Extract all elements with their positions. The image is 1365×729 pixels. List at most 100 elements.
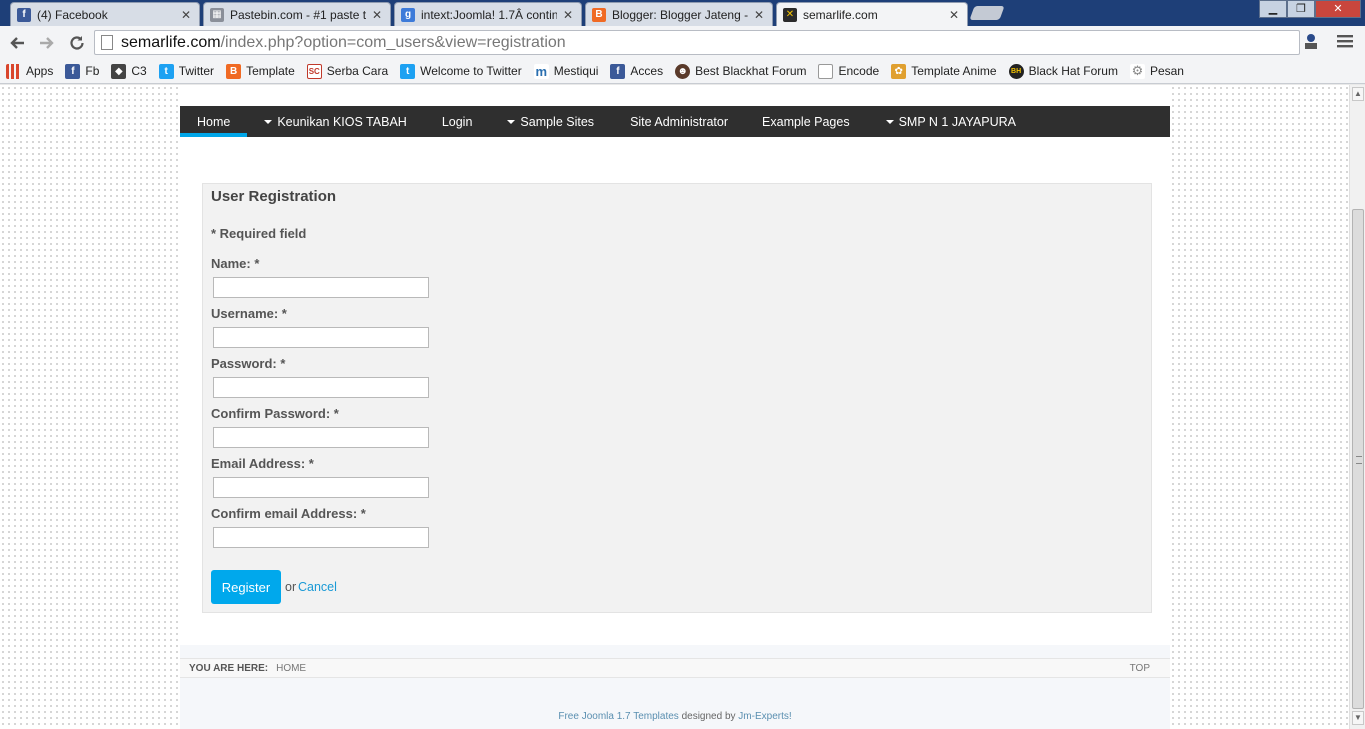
breadcrumb-label: YOU ARE HERE:	[189, 662, 269, 674]
bookmark-label: Apps	[26, 64, 54, 78]
bookmark-label: Encode	[838, 64, 880, 78]
email-input[interactable]	[213, 477, 429, 498]
or-text: or	[285, 580, 297, 594]
bookmark-template[interactable]: B Template	[226, 63, 295, 79]
close-icon[interactable]: ✕	[370, 8, 384, 22]
bookmark-label: Welcome to Twitter	[420, 64, 522, 78]
extension-icon[interactable]	[1301, 31, 1321, 51]
scroll-up-arrow-icon[interactable]: ▲	[1352, 87, 1364, 101]
bookmark-serba-cara[interactable]: SC Serba Cara	[306, 63, 389, 79]
page-viewport: Home Keunikan KIOS TABAH Login Sample Si…	[0, 85, 1349, 729]
bookmark-black-hat-forum[interactable]: BH Black Hat Forum	[1008, 63, 1118, 79]
caret-down-icon	[507, 119, 516, 124]
close-icon[interactable]: ✕	[179, 8, 193, 22]
menu-item-sample-sites[interactable]: Sample Sites	[490, 106, 611, 137]
scroll-down-arrow-icon[interactable]: ▼	[1352, 711, 1364, 725]
window-close-button[interactable]: ✕	[1315, 0, 1361, 18]
bookmark-twitter[interactable]: t Twitter	[158, 63, 214, 79]
address-bar[interactable]: semarlife.com/index.php?option=com_users…	[94, 30, 1300, 55]
form-title: User Registration	[211, 188, 337, 205]
bookmark-acces[interactable]: f Acces	[610, 63, 664, 79]
bookmark-label: Best Blackhat Forum	[695, 64, 807, 78]
mask-icon: ☻	[675, 63, 691, 79]
main-menu: Home Keunikan KIOS TABAH Login Sample Si…	[180, 106, 1170, 137]
menu-icon[interactable]	[1335, 31, 1355, 51]
register-button[interactable]: Register	[211, 570, 281, 604]
tab-semarlife[interactable]: ✕ semarlife.com ✕	[776, 2, 968, 26]
bookmark-mestiqui[interactable]: m Mestiqui	[533, 63, 599, 79]
grip-icon	[1356, 456, 1362, 464]
toolbar-actions	[1301, 31, 1355, 51]
url-host: semarlife.com	[121, 33, 221, 51]
tab-facebook[interactable]: f (4) Facebook ✕	[10, 2, 200, 26]
bookmark-label: C3	[131, 64, 147, 78]
maximize-button[interactable]: ❐	[1287, 0, 1315, 18]
menu-item-site-administrator[interactable]: Site Administrator	[611, 106, 745, 137]
username-input[interactable]	[213, 327, 429, 348]
minimize-button[interactable]: ▁	[1259, 0, 1287, 18]
close-icon[interactable]: ✕	[752, 8, 766, 22]
twitter-icon: t	[400, 63, 416, 79]
name-label: Name: *	[211, 256, 260, 271]
reload-button[interactable]	[64, 30, 90, 56]
menu-item-smp-n1-jayapura[interactable]: SMP N 1 JAYAPURA	[867, 106, 1033, 137]
tab-title: Blogger: Blogger Jateng -	[612, 7, 748, 22]
bookmark-c3[interactable]: ◆ C3	[111, 63, 147, 79]
confirm-password-label: Confirm Password: *	[211, 406, 339, 421]
tab-google-search[interactable]: g intext:Joomla! 1.7Â contin ✕	[394, 2, 582, 26]
tab-strip: f (4) Facebook ✕ ▦ Pastebin.com - #1 pas…	[0, 0, 1365, 26]
joomla-icon: ✕	[783, 7, 797, 22]
caret-down-icon	[264, 119, 273, 124]
sc-icon: SC	[306, 63, 322, 79]
bookmark-label: Acces	[630, 64, 664, 78]
bookmark-best-blackhat[interactable]: ☻ Best Blackhat Forum	[675, 63, 807, 79]
browser-toolbar: semarlife.com/index.php?option=com_users…	[0, 26, 1365, 59]
menu-item-example-pages[interactable]: Example Pages	[745, 106, 867, 137]
bookmark-pesan[interactable]: ⚙ Pesan	[1129, 63, 1184, 79]
bookmark-template-anime[interactable]: ✿ Template Anime	[891, 63, 997, 79]
reload-icon	[70, 35, 84, 50]
pastebin-icon: ▦	[210, 7, 224, 22]
menu-item-login[interactable]: Login	[424, 106, 491, 137]
bookmark-apps[interactable]: Apps	[6, 63, 54, 79]
menu-item-keunikan-kios-tabah[interactable]: Keunikan KIOS TABAH	[247, 106, 423, 137]
blogger-icon: B	[592, 7, 606, 22]
cancel-link[interactable]: Cancel	[298, 580, 337, 594]
name-input[interactable]	[213, 277, 429, 298]
menu-label: Example Pages	[762, 114, 850, 129]
menu-item-home[interactable]: Home	[180, 106, 248, 137]
close-icon[interactable]: ✕	[561, 8, 575, 22]
menu-label: Home	[197, 114, 231, 129]
bookmark-encode[interactable]: Encode	[818, 63, 880, 79]
footer-templates-link[interactable]: Free Joomla 1.7 Templates	[558, 711, 678, 722]
bookmark-label: Fb	[85, 64, 100, 78]
back-button[interactable]	[4, 30, 30, 56]
m-icon: m	[533, 63, 549, 79]
close-icon[interactable]: ✕	[947, 8, 961, 22]
breadcrumb-home-link[interactable]: HOME	[276, 663, 306, 674]
gear-icon: ⚙	[1129, 63, 1145, 79]
confirm-password-input[interactable]	[213, 427, 429, 448]
tab-pastebin[interactable]: ▦ Pastebin.com - #1 paste to ✕	[203, 2, 391, 26]
bookmark-label: Pesan	[1149, 64, 1184, 78]
site-container: Home Keunikan KIOS TABAH Login Sample Si…	[180, 85, 1170, 729]
bookmark-fb[interactable]: f Fb	[65, 63, 100, 79]
password-input[interactable]	[213, 377, 429, 398]
confirm-email-input[interactable]	[213, 527, 429, 548]
twitter-icon: t	[158, 63, 174, 79]
gamepad-icon: ◆	[111, 63, 127, 79]
bookmark-label: Mestiqui	[553, 64, 599, 78]
url-path: /index.php?option=com_users&view=registr…	[220, 33, 566, 51]
back-to-top-link[interactable]: TOP	[1130, 663, 1150, 674]
forward-button[interactable]	[34, 30, 60, 56]
tab-title: (4) Facebook	[37, 7, 108, 22]
new-tab-button[interactable]	[969, 6, 1005, 20]
bookmark-label: Template	[246, 64, 295, 78]
bookmark-welcome-twitter[interactable]: t Welcome to Twitter	[400, 63, 522, 79]
bookmark-label: Serba Cara	[326, 64, 389, 78]
footer-jm-experts-link[interactable]: Jm-Experts!	[738, 711, 791, 722]
scrollbar-thumb[interactable]	[1352, 209, 1364, 709]
page-icon	[101, 35, 113, 50]
tab-blogger[interactable]: B Blogger: Blogger Jateng - ✕	[585, 2, 773, 26]
page-scrollbar[interactable]: ▲ ▼	[1349, 85, 1365, 729]
